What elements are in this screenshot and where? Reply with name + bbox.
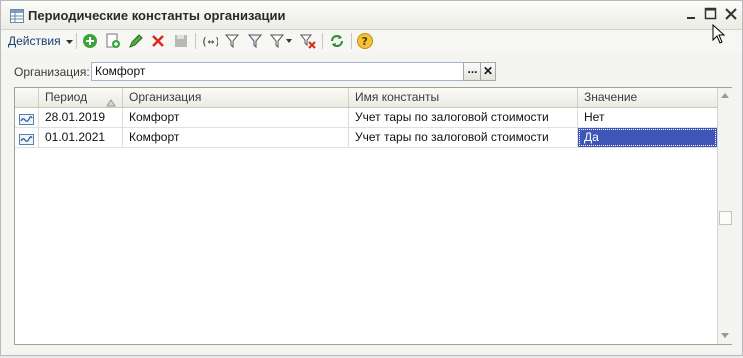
scroll-up-icon[interactable] [718,88,732,103]
column-header-value[interactable]: Значение [578,88,717,107]
scroll-down-icon[interactable] [718,328,732,343]
actions-label: Действия [8,34,61,48]
column-header-organization[interactable]: Организация [123,88,349,107]
periodic-record-icon [19,112,34,127]
toolbar-separator [195,33,196,49]
close-icon[interactable] [724,7,738,21]
title-bar[interactable]: Периодические константы организации [1,1,742,30]
edit-icon[interactable] [127,32,145,50]
row-icon-cell [15,128,39,147]
filter-icon[interactable] [223,32,241,50]
organization-clear-button[interactable]: ✕ [480,62,496,81]
scroll-thumb[interactable] [719,211,732,225]
copy-icon[interactable] [104,32,122,50]
actions-menu[interactable]: Действия [5,31,76,51]
constants-table[interactable]: Период Организация Имя константы Значени… [14,87,732,345]
toolbar: Действия (↔) [1,30,742,52]
table-row[interactable]: 28.01.2019 Комфорт Учет тары по залогово… [15,108,717,128]
table-header: Период Организация Имя константы Значени… [15,88,717,108]
column-header-constant[interactable]: Имя константы [349,88,578,107]
cell-period: 28.01.2019 [39,108,123,127]
save-icon[interactable] [172,32,190,50]
cell-value-selected[interactable]: Да [578,128,717,147]
periodic-record-icon [19,132,34,147]
cell-constant: Учет тары по залоговой стоимости [349,108,578,127]
minimize-icon[interactable] [685,7,699,21]
vertical-scrollbar[interactable] [717,88,732,344]
row-icon-cell [15,108,39,127]
filter-dropdown-icon[interactable] [269,32,292,50]
refresh-icon[interactable] [328,32,346,50]
interval-icon[interactable]: (↔) [200,32,218,50]
table-row[interactable]: 01.01.2021 Комфорт Учет тары по залогово… [15,128,717,148]
window: Периодические константы организации Дейс… [0,0,743,356]
toolbar-separator [76,33,77,49]
svg-text:(↔): (↔) [201,35,218,48]
column-header-label: Период [45,90,88,104]
cell-constant: Учет тары по залоговой стоимости [349,128,578,147]
cell-organization: Комфорт [123,108,349,127]
delete-icon[interactable] [149,32,167,50]
cell-period: 01.01.2021 [39,128,123,147]
organization-field[interactable]: Комфорт [91,62,468,81]
toolbar-separator [351,33,352,49]
maximize-icon[interactable] [704,7,718,21]
help-icon[interactable]: ? [356,32,374,50]
cell-organization: Комфорт [123,128,349,147]
cell-value: Нет [584,110,605,124]
organization-label: Организация: [14,65,90,79]
mouse-cursor-icon [712,23,726,47]
add-icon[interactable] [81,32,99,50]
window-title: Периодические константы организации [28,8,286,23]
filter-clear-icon[interactable] [246,32,264,50]
column-header-icon [15,88,39,107]
chevron-down-icon [64,34,73,48]
toolbar-separator [322,33,323,49]
filter-remove-icon[interactable] [299,32,317,50]
svg-text:?: ? [362,35,368,48]
table-icon [10,9,24,23]
column-header-period[interactable]: Период [39,88,123,107]
